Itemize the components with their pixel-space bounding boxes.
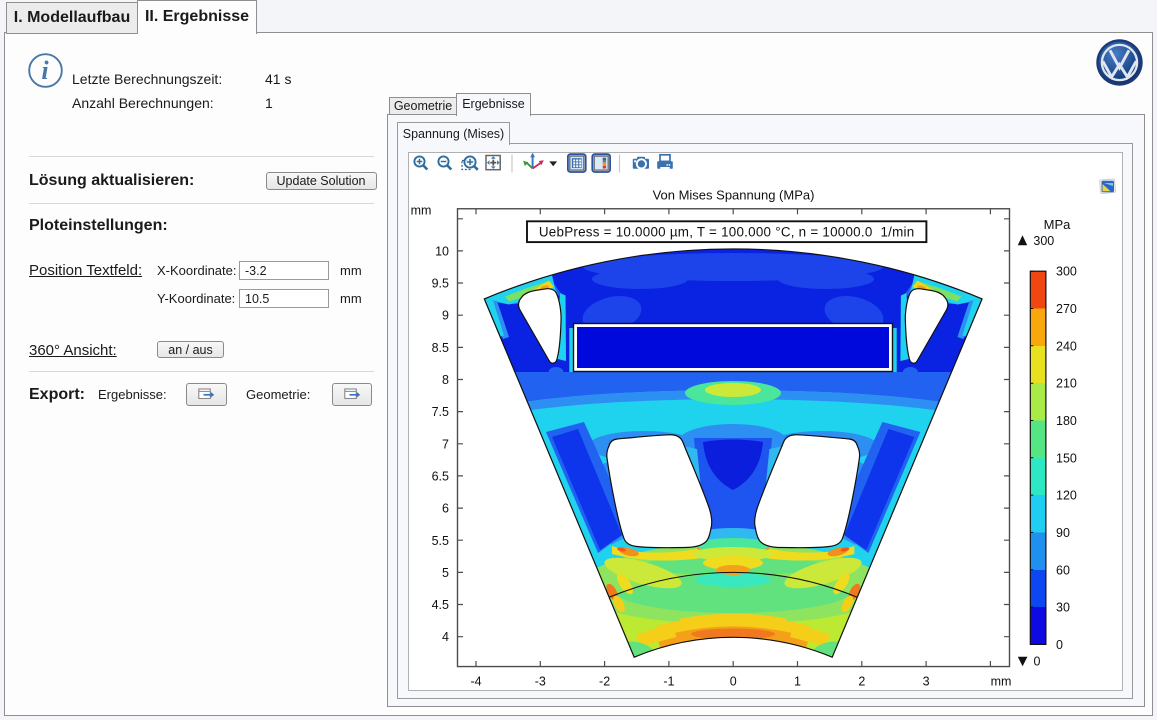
- svg-text:9.5: 9.5: [432, 277, 449, 291]
- svg-text:mm: mm: [991, 675, 1012, 689]
- svg-text:300: 300: [1033, 234, 1054, 248]
- svg-text:9: 9: [442, 309, 449, 323]
- svg-text:-1: -1: [663, 675, 674, 689]
- svg-text:90: 90: [1056, 526, 1070, 540]
- svg-text:3: 3: [923, 675, 930, 689]
- svg-text:1: 1: [794, 675, 801, 689]
- svg-text:-2: -2: [599, 675, 610, 689]
- svg-text:180: 180: [1056, 414, 1077, 428]
- svg-text:2: 2: [858, 675, 865, 689]
- svg-text:i: i: [41, 56, 49, 85]
- svg-text:UebPress = 10.0000 µm, T = 100: UebPress = 10.0000 µm, T = 100.000 °C, n…: [539, 225, 915, 240]
- svg-text:60: 60: [1056, 563, 1070, 577]
- svg-text:0: 0: [1056, 638, 1063, 652]
- svg-text:10: 10: [435, 244, 449, 258]
- svg-text:270: 270: [1056, 302, 1077, 316]
- svg-text:300: 300: [1056, 265, 1077, 279]
- svg-text:5.5: 5.5: [432, 534, 449, 548]
- svg-text:5: 5: [442, 566, 449, 580]
- svg-text:Von Mises Spannung (MPa): Von Mises Spannung (MPa): [653, 188, 815, 203]
- svg-text:0: 0: [730, 675, 737, 689]
- svg-text:8: 8: [442, 373, 449, 387]
- svg-text:210: 210: [1056, 377, 1077, 391]
- svg-text:MPa: MPa: [1044, 217, 1072, 232]
- svg-text:240: 240: [1056, 339, 1077, 353]
- svg-text:6: 6: [442, 502, 449, 516]
- svg-text:8.5: 8.5: [432, 341, 449, 355]
- svg-text:7.5: 7.5: [432, 405, 449, 419]
- svg-text:120: 120: [1056, 489, 1077, 503]
- svg-text:4: 4: [442, 630, 449, 644]
- svg-text:mm: mm: [411, 204, 432, 218]
- svg-text:0: 0: [1034, 655, 1041, 669]
- svg-text:6.5: 6.5: [432, 469, 449, 483]
- svg-text:150: 150: [1056, 451, 1077, 465]
- svg-text:-3: -3: [535, 675, 546, 689]
- svg-text:7: 7: [442, 437, 449, 451]
- svg-text:-4: -4: [470, 675, 481, 689]
- svg-text:30: 30: [1056, 601, 1070, 615]
- svg-text:4.5: 4.5: [432, 598, 449, 612]
